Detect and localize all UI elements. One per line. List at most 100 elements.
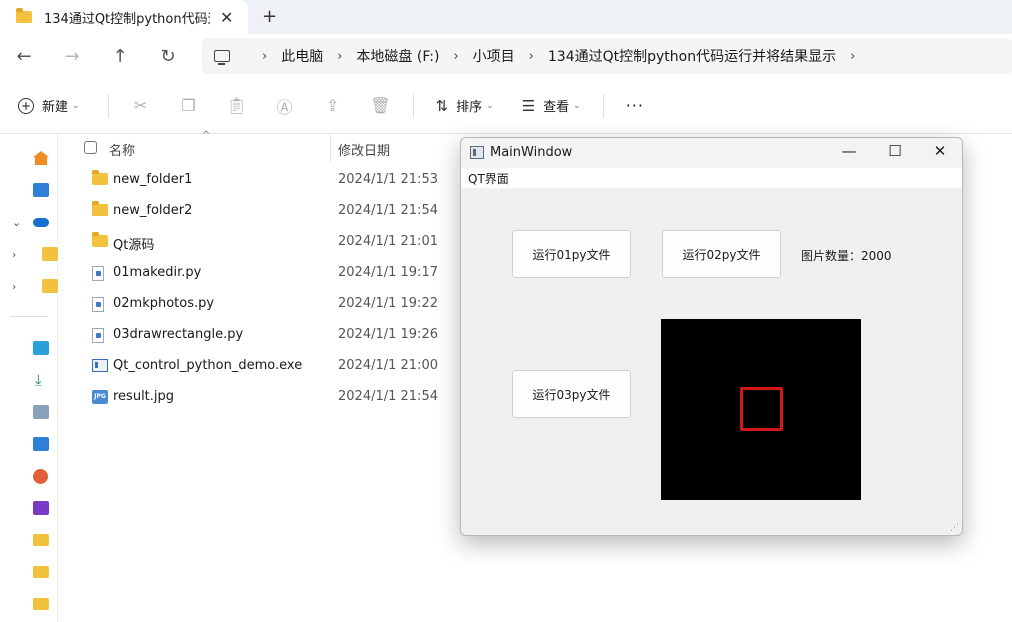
nav-folder[interactable]: › xyxy=(0,238,58,270)
breadcrumb-drive[interactable]: 本地磁盘 (F:) xyxy=(356,46,439,66)
column-name[interactable]: 名称 xyxy=(109,140,135,159)
nav-folder[interactable]: › xyxy=(0,270,58,302)
folder-icon xyxy=(33,566,49,578)
file-row[interactable]: Qt_control_python_demo.exe 2024/1/1 21:0… xyxy=(58,351,460,382)
paste-icon[interactable]: 📋︎ xyxy=(213,96,261,115)
folder-icon xyxy=(42,279,58,293)
nav-music[interactable] xyxy=(0,460,58,492)
image-count-label: 图片数量：2000 xyxy=(801,249,892,263)
explorer-tab[interactable]: 134通过Qt控制python代码运行 ✕ xyxy=(0,0,248,34)
tab-bar: 134通过Qt控制python代码运行 ✕ + xyxy=(0,0,1012,34)
forward-button[interactable]: → xyxy=(48,46,96,67)
jpg-icon: JPG xyxy=(92,390,108,404)
file-row[interactable]: new_folder1 2024/1/1 21:53 xyxy=(58,165,460,196)
file-row[interactable]: 03drawrectangle.py 2024/1/1 19:26 xyxy=(58,320,460,351)
chevron-right-icon[interactable]: › xyxy=(12,280,16,293)
chevron-right-icon[interactable]: › xyxy=(12,248,16,261)
nav-gallery[interactable] xyxy=(0,174,58,206)
column-date-modified[interactable]: 修改日期 xyxy=(338,140,390,159)
red-rectangle xyxy=(740,387,783,431)
file-name: Qt源码 xyxy=(113,238,155,253)
back-button[interactable]: ← xyxy=(0,46,48,67)
file-row[interactable]: JPG result.jpg 2024/1/1 21:54 xyxy=(58,382,460,413)
nav-videos[interactable] xyxy=(0,492,58,524)
file-row[interactable]: new_folder2 2024/1/1 21:54 xyxy=(58,196,460,227)
folder-icon xyxy=(92,201,108,216)
breadcrumb-project-folder[interactable]: 134通过Qt控制python代码运行并将结果显示 xyxy=(548,46,836,66)
divider xyxy=(10,316,48,317)
select-all-checkbox[interactable] xyxy=(84,141,97,154)
file-row[interactable]: Qt源码 2024/1/1 21:01 xyxy=(58,227,460,258)
folder-icon xyxy=(42,247,58,261)
view-button[interactable]: ☰ 查看 ⌄ xyxy=(522,96,581,116)
file-date: 2024/1/1 19:26 xyxy=(338,327,438,342)
folder-icon xyxy=(33,598,49,610)
breadcrumb-this-pc[interactable]: 此电脑 xyxy=(281,46,323,66)
home-icon xyxy=(33,151,49,165)
run-02py-button[interactable]: 运行02py文件 xyxy=(662,230,781,278)
result-image xyxy=(661,319,861,500)
refresh-button[interactable]: ↻ xyxy=(144,46,192,67)
python-file-icon xyxy=(92,297,104,312)
sort-icon: ⇅ xyxy=(435,96,449,115)
music-icon xyxy=(33,468,48,484)
chevron-right-icon: › xyxy=(337,48,343,64)
command-bar: + 新建 ⌄ ✂ ❐ 📋︎ Ⓐ ⇪ 🗑︎ ⇅ 排序 ⌄ ☰ 查看 ⌄ ··· xyxy=(0,78,1012,134)
close-window-button[interactable]: ✕ xyxy=(918,142,962,164)
file-date: 2024/1/1 21:54 xyxy=(338,203,438,218)
nav-desktop[interactable] xyxy=(0,332,58,364)
column-divider[interactable] xyxy=(330,134,331,162)
exe-icon xyxy=(92,359,108,372)
file-date: 2024/1/1 19:22 xyxy=(338,296,438,311)
chevron-right-icon[interactable]: › xyxy=(850,49,855,64)
rename-icon[interactable]: Ⓐ xyxy=(261,94,309,118)
maximize-button[interactable]: ☐ xyxy=(873,142,917,164)
nav-pictures[interactable] xyxy=(0,428,58,460)
new-button[interactable]: + 新建 ⌄ xyxy=(18,96,80,115)
nav-home[interactable] xyxy=(0,142,58,174)
sort-button[interactable]: ⇅ 排序 ⌄ xyxy=(435,96,494,116)
nav-folder[interactable] xyxy=(0,588,58,620)
folder-icon xyxy=(16,8,32,23)
copy-icon[interactable]: ❐ xyxy=(165,96,213,115)
file-row[interactable]: 02mkphotos.py 2024/1/1 19:22 xyxy=(58,289,460,320)
plus-icon: + xyxy=(18,97,34,114)
address-bar[interactable]: › 此电脑 › 本地磁盘 (F:) › 小项目 › 134通过Qt控制pytho… xyxy=(202,38,1012,74)
more-options-button[interactable]: ··· xyxy=(626,96,644,115)
computer-icon xyxy=(214,50,230,65)
share-icon[interactable]: ⇪ xyxy=(309,96,357,115)
nav-folder[interactable] xyxy=(0,524,58,556)
breadcrumb-small-projects[interactable]: 小项目 xyxy=(473,46,515,66)
up-button[interactable]: ↑ xyxy=(96,46,144,67)
nav-documents[interactable] xyxy=(0,396,58,428)
chevron-right-icon: › xyxy=(528,48,534,64)
run-03py-button[interactable]: 运行03py文件 xyxy=(512,370,631,418)
python-file-icon xyxy=(92,266,104,281)
file-name: 02mkphotos.py xyxy=(113,296,215,311)
download-icon: ⤓ xyxy=(35,371,42,389)
run-01py-button[interactable]: 运行01py文件 xyxy=(512,230,631,278)
qt-title-bar[interactable]: MainWindow — ☐ ✕ xyxy=(461,138,962,168)
qt-main-window: MainWindow — ☐ ✕ QT界面 运行01py文件 运行02py文件 … xyxy=(460,137,963,536)
desktop-icon xyxy=(33,341,49,355)
delete-icon[interactable]: 🗑︎ xyxy=(357,96,405,115)
app-icon xyxy=(470,146,484,159)
file-name: new_folder1 xyxy=(113,172,193,187)
menu-qt-interface[interactable]: QT界面 xyxy=(468,170,509,187)
nav-onedrive[interactable]: ⌄ xyxy=(0,206,58,238)
minimize-button[interactable]: — xyxy=(827,142,871,164)
nav-folder[interactable] xyxy=(0,556,58,588)
close-tab-icon[interactable]: ✕ xyxy=(220,8,233,27)
cut-icon[interactable]: ✂ xyxy=(117,96,165,115)
file-name: result.jpg xyxy=(113,389,175,404)
file-row[interactable]: 01makedir.py 2024/1/1 19:17 xyxy=(58,258,460,289)
file-name: Qt_control_python_demo.exe xyxy=(113,358,303,373)
file-date: 2024/1/1 21:00 xyxy=(338,358,438,373)
new-tab-button[interactable]: + xyxy=(262,6,277,27)
chevron-down-icon[interactable]: ⌄ xyxy=(12,216,21,229)
file-list: ^ 名称 修改日期 new_folder1 2024/1/1 21:53 new… xyxy=(58,130,460,622)
resize-grip[interactable]: ⋰ xyxy=(950,523,959,533)
chevron-down-icon: ⌄ xyxy=(573,100,581,111)
document-icon xyxy=(33,405,49,419)
nav-downloads[interactable]: ⤓ xyxy=(0,364,58,396)
